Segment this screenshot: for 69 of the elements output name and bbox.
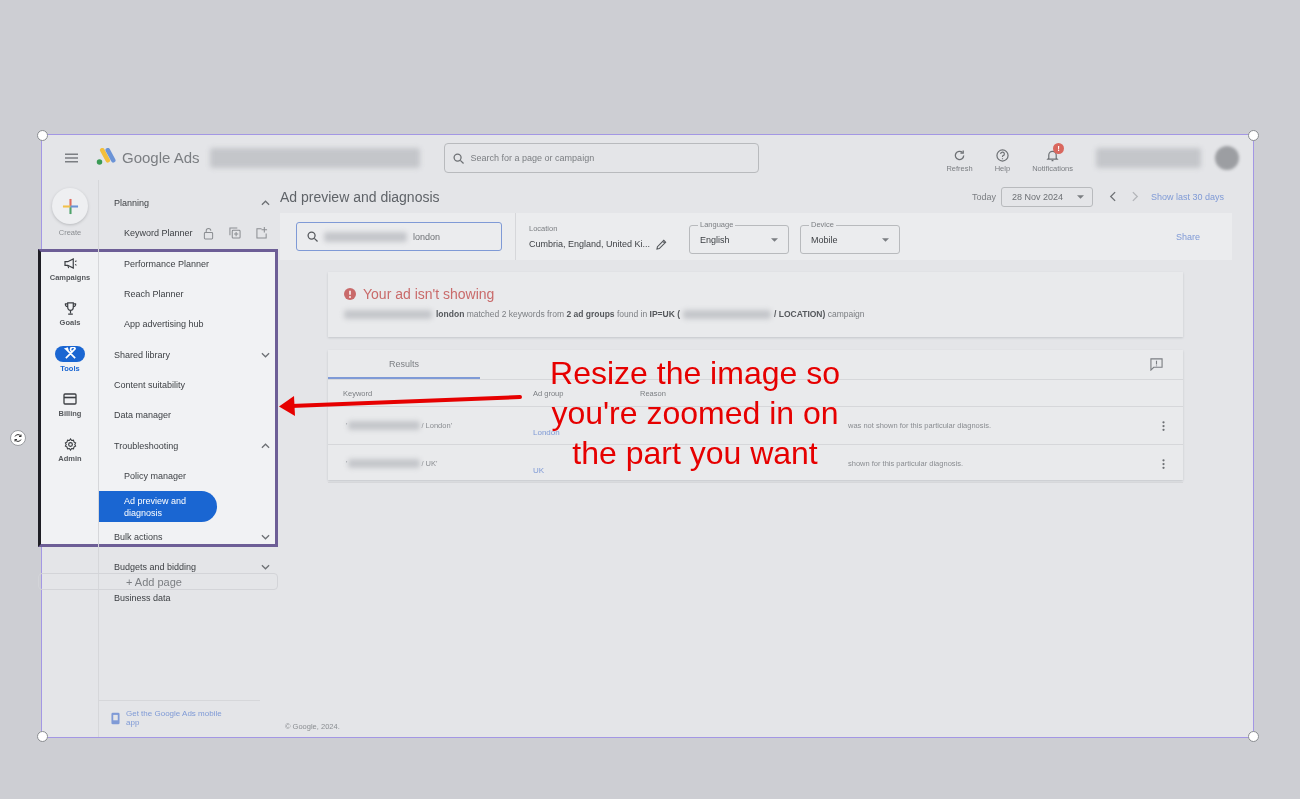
nav-item[interactable]: Keyword Planner xyxy=(99,227,203,240)
tab[interactable]: Results xyxy=(328,350,480,379)
date-dropdown[interactable]: 28 Nov 2024 xyxy=(1000,186,1093,207)
rotate-handle-icon[interactable] xyxy=(10,430,26,446)
menu-icon[interactable] xyxy=(65,152,78,163)
search-icon xyxy=(452,152,464,164)
crop-frame[interactable] xyxy=(38,249,278,547)
more-icon[interactable] xyxy=(1161,419,1165,432)
dropdown-icon xyxy=(1076,194,1084,199)
nav-group[interactable]: Bulk actions xyxy=(99,530,282,544)
nav-item[interactable]: Performance Planner xyxy=(99,257,220,270)
search-field[interactable]: Search for a page or campaign xyxy=(443,142,759,173)
nav-item[interactable]: Business data xyxy=(99,591,282,604)
dropdown-icon xyxy=(882,237,889,242)
chevron-icon xyxy=(261,351,270,358)
feedback-icon[interactable] xyxy=(1150,358,1163,371)
location-value: Cumbria, England, United Ki... xyxy=(529,239,651,249)
avatar[interactable] xyxy=(1215,145,1239,170)
help-icon xyxy=(995,149,1009,162)
search-icon xyxy=(307,231,318,242)
more-icon[interactable] xyxy=(1161,457,1165,470)
logo-icon xyxy=(94,148,116,167)
resize-handle[interactable] xyxy=(1248,731,1259,742)
query-field[interactable]: london xyxy=(296,222,502,251)
trophy-icon xyxy=(63,301,77,315)
dropdown-icon xyxy=(771,237,778,242)
annotation-text: Resize the image so xyxy=(550,357,840,389)
resize-handle[interactable] xyxy=(37,731,48,742)
nav-group[interactable]: Troubleshooting xyxy=(99,439,282,452)
chevron-icon xyxy=(261,534,270,541)
copy-icon[interactable] xyxy=(228,227,241,240)
lock-icon[interactable] xyxy=(202,226,214,240)
annotation-text: you're zoomed in on xyxy=(551,397,839,429)
error-icon xyxy=(344,288,356,300)
resize-handle[interactable] xyxy=(1248,130,1259,141)
plus-icon xyxy=(61,197,79,215)
query-text: london xyxy=(413,231,441,242)
nav-group[interactable]: Shared library xyxy=(99,348,282,361)
alert-message: / LOCATION) campaign xyxy=(774,309,865,319)
resize-handle[interactable] xyxy=(37,130,48,141)
refresh-icon xyxy=(953,149,967,162)
phone-icon xyxy=(111,711,120,725)
nav-item[interactable]: Ad preview and diagnosis xyxy=(99,490,217,522)
next-icon[interactable] xyxy=(1131,191,1139,202)
gear-icon xyxy=(63,437,77,451)
tools-icon xyxy=(63,347,77,361)
today-label: Today xyxy=(971,191,996,202)
nav-item[interactable]: Data manager xyxy=(99,409,282,422)
chevron-icon xyxy=(261,564,270,571)
nav-item[interactable]: Policy manager xyxy=(99,469,197,482)
nav-item[interactable]: App advertising hub xyxy=(99,318,214,331)
page-title: Ad preview and diagnosis xyxy=(280,188,440,205)
add-icon[interactable] xyxy=(255,227,268,240)
megaphone-icon xyxy=(63,257,77,269)
notification-badge: ! xyxy=(1053,143,1065,154)
nav-item[interactable]: Content suitability xyxy=(99,378,282,392)
card-icon xyxy=(63,392,77,405)
alert-message: london matched 2 keywords from 2 ad groups found in IP=UK ( xyxy=(436,309,680,319)
nav-group[interactable]: Budgets and bidding xyxy=(99,561,282,574)
chevron-icon xyxy=(261,200,270,207)
chevron-icon xyxy=(261,442,270,449)
nav-item[interactable]: Reach Planner xyxy=(99,287,194,301)
previous-icon[interactable] xyxy=(1108,191,1116,202)
create-button[interactable] xyxy=(52,188,88,224)
product-name: Google Ads xyxy=(122,149,200,166)
bell-icon xyxy=(1046,149,1060,162)
pencil-icon[interactable] xyxy=(656,238,668,250)
annotation-text: the part you want xyxy=(572,437,818,469)
alert-title: Your ad isn't showing xyxy=(363,286,495,302)
